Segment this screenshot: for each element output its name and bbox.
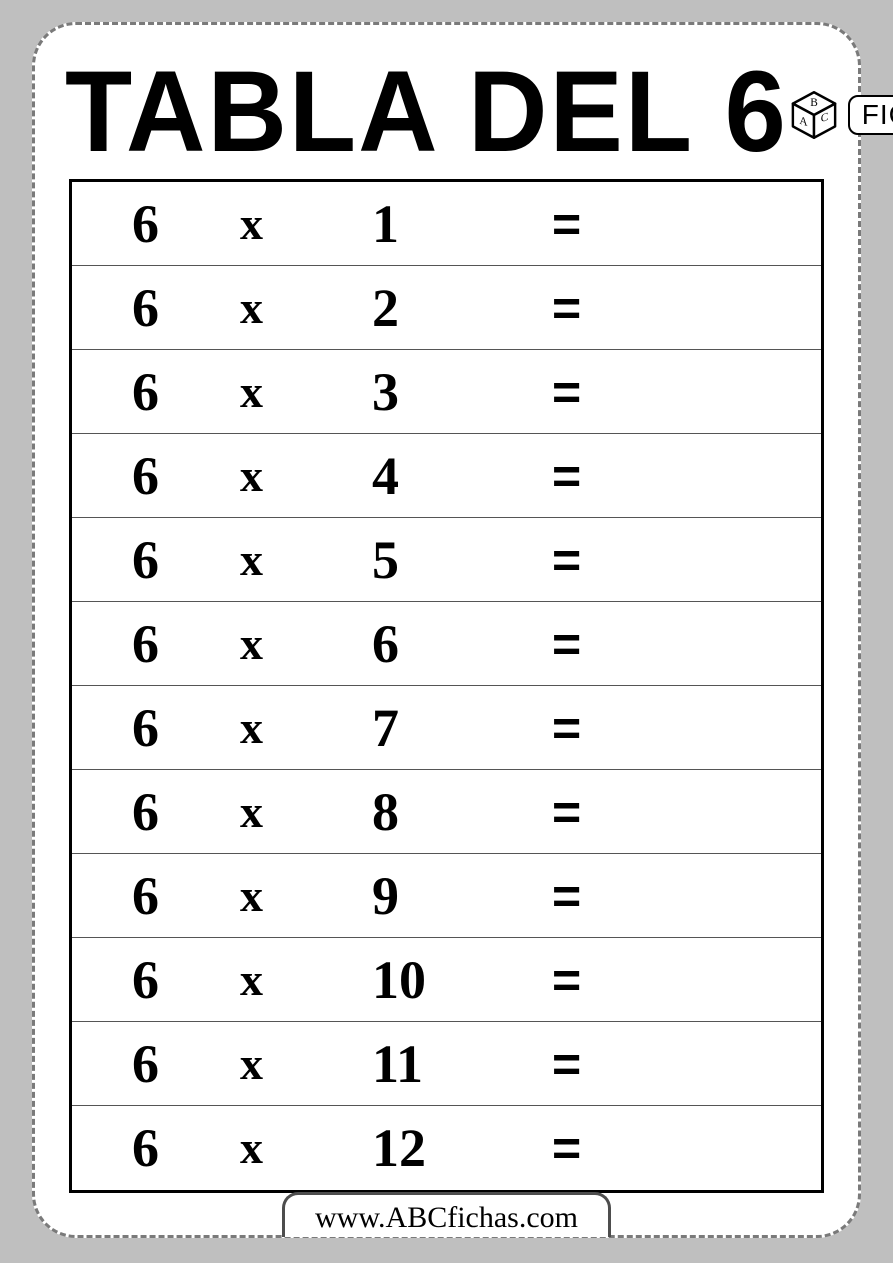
multiplicand: 6: [72, 533, 222, 587]
multiplier: 6: [362, 617, 522, 671]
table-row: 6x6=: [72, 602, 821, 686]
multiplicand: 6: [72, 953, 222, 1007]
table-row: 6x1=: [72, 182, 821, 266]
multiplicand: 6: [72, 365, 222, 419]
multiplicand: 6: [72, 1037, 222, 1091]
equals-sign: =: [522, 367, 652, 417]
operator: x: [222, 789, 362, 835]
table-row: 6x12=: [72, 1106, 821, 1190]
operator: x: [222, 369, 362, 415]
table-row: 6x2=: [72, 266, 821, 350]
multiplier: 4: [362, 449, 522, 503]
page-title: TABLA DEL 6: [65, 54, 788, 170]
footer: www.ABCfichas.com: [35, 1192, 858, 1237]
brand-label: FICHAS: [848, 95, 893, 135]
equals-sign: =: [522, 955, 652, 1005]
abc-cube-icon: B A C: [788, 89, 840, 141]
table-row: 6x11=: [72, 1022, 821, 1106]
svg-text:C: C: [821, 110, 829, 125]
equals-sign: =: [522, 535, 652, 585]
multiplicand: 6: [72, 281, 222, 335]
operator: x: [222, 537, 362, 583]
svg-text:B: B: [810, 97, 818, 109]
equals-sign: =: [522, 1039, 652, 1089]
worksheet-card: TABLA DEL 6 B A C FICHAS 6x1=6x2=6x3=6x4…: [32, 22, 861, 1238]
multiplicand: 6: [72, 197, 222, 251]
multiplier: 2: [362, 281, 522, 335]
table-row: 6x9=: [72, 854, 821, 938]
equals-sign: =: [522, 1123, 652, 1173]
multiplicand: 6: [72, 617, 222, 671]
equals-sign: =: [522, 871, 652, 921]
equals-sign: =: [522, 703, 652, 753]
equals-sign: =: [522, 787, 652, 837]
multiplicand: 6: [72, 1121, 222, 1175]
equals-sign: =: [522, 283, 652, 333]
operator: x: [222, 1041, 362, 1087]
multiplication-table: 6x1=6x2=6x3=6x4=6x5=6x6=6x7=6x8=6x9=6x10…: [69, 179, 824, 1193]
multiplier: 8: [362, 785, 522, 839]
equals-sign: =: [522, 451, 652, 501]
operator: x: [222, 957, 362, 1003]
multiplier: 1: [362, 197, 522, 251]
table-row: 6x8=: [72, 770, 821, 854]
operator: x: [222, 621, 362, 667]
operator: x: [222, 453, 362, 499]
table-row: 6x4=: [72, 434, 821, 518]
multiplier: 3: [362, 365, 522, 419]
multiplicand: 6: [72, 869, 222, 923]
brand-logo: B A C FICHAS: [788, 83, 893, 141]
operator: x: [222, 873, 362, 919]
header: TABLA DEL 6 B A C FICHAS: [35, 25, 858, 175]
multiplier: 9: [362, 869, 522, 923]
table-row: 6x3=: [72, 350, 821, 434]
operator: x: [222, 705, 362, 751]
operator: x: [222, 1125, 362, 1171]
multiplier: 5: [362, 533, 522, 587]
multiplicand: 6: [72, 449, 222, 503]
multiplicand: 6: [72, 701, 222, 755]
equals-sign: =: [522, 199, 652, 249]
operator: x: [222, 201, 362, 247]
table-row: 6x5=: [72, 518, 821, 602]
table-row: 6x7=: [72, 686, 821, 770]
equals-sign: =: [522, 619, 652, 669]
multiplicand: 6: [72, 785, 222, 839]
multiplier: 7: [362, 701, 522, 755]
multiplier: 11: [362, 1037, 522, 1091]
multiplier: 10: [362, 953, 522, 1007]
footer-url: www.ABCfichas.com: [282, 1192, 611, 1237]
operator: x: [222, 285, 362, 331]
table-row: 6x10=: [72, 938, 821, 1022]
multiplier: 12: [362, 1121, 522, 1175]
